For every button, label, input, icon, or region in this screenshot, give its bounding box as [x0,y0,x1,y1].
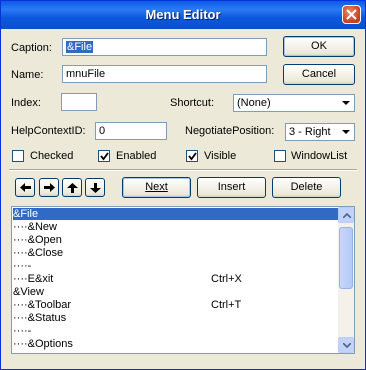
arrow-left-icon [20,183,31,192]
visible-label: Visible [204,150,237,162]
list-item[interactable]: ····- [13,260,338,272]
checked-checkbox[interactable] [12,150,24,162]
shortcut-value: (None) [237,97,271,109]
list-item[interactable]: ····&New [13,221,338,233]
list-item[interactable]: ····&Close [13,247,338,259]
scroll-down-button[interactable] [338,337,354,353]
ok-button[interactable]: OK [283,36,355,57]
delete-button[interactable]: Delete [272,177,341,198]
visible-checkbox[interactable] [186,150,198,162]
negotiateposition-value: 3 - Right [289,126,331,138]
menu-item-shortcut: Ctrl+X [211,273,242,285]
shortcut-select[interactable]: (None) [233,94,355,112]
negotiateposition-select[interactable]: 3 - Right [285,123,355,141]
helpcontextid-label: HelpContextID: [11,125,86,137]
menu-item-caption: ····- [13,260,32,272]
menu-editor-window: Menu Editor Caption: &File OK Name: mnuF… [0,0,366,370]
list-item[interactable]: ····&Options [13,338,338,350]
list-item[interactable]: &View [13,286,338,298]
index-input[interactable] [61,93,97,111]
checkmark-icon [100,152,109,161]
next-button[interactable]: Next [122,177,191,198]
checkmark-icon [188,152,197,161]
move-left-button[interactable] [15,178,35,197]
helpcontextid-input[interactable]: 0 [95,122,167,140]
close-icon [346,9,357,20]
move-down-button[interactable] [85,178,105,197]
separator [9,169,357,171]
chevron-down-icon[interactable] [339,96,353,110]
menu-item-caption: ····&Options [13,338,73,350]
enabled-label: Enabled [116,150,157,162]
menu-item-caption: ····&New [13,221,57,233]
chevron-down-icon[interactable] [339,125,353,139]
arrow-down-icon [90,183,101,193]
scroll-up-button[interactable] [338,207,354,223]
windowlist-label: WindowList [291,150,348,162]
chevron-up-icon [343,213,351,218]
menu-item-caption: &View [13,286,44,298]
arrow-up-icon [67,183,78,193]
index-label: Index: [11,97,41,109]
list-item[interactable]: &File [13,208,338,220]
list-item[interactable]: ····&Open [13,234,338,246]
menu-item-caption: &File [13,208,39,220]
checked-label: Checked [30,150,74,162]
shortcut-label: Shortcut: [170,97,215,109]
list-item[interactable]: ····- [13,325,338,337]
name-label: Name: [11,69,44,81]
chevron-down-icon [343,343,351,348]
move-right-button[interactable] [39,178,59,197]
menu-item-shortcut: Ctrl+T [211,299,242,311]
window-title: Menu Editor [145,7,221,22]
insert-button[interactable]: Insert [197,177,266,198]
windowlist-checkbox[interactable] [274,150,286,162]
list-item[interactable]: ····&Status [13,312,338,324]
menu-item-caption: ····&Toolbar [13,299,72,311]
negotiateposition-label: NegotiatePosition: [185,125,275,137]
enabled-checkbox[interactable] [98,150,110,162]
caption-label: Caption: [11,42,52,54]
vertical-scrollbar[interactable] [338,207,354,353]
menu-items-list[interactable]: &File ····&New ····&Open ····&Close ····- ···… [11,206,355,354]
menu-item-caption: ····E&xit [13,273,54,285]
menu-item-caption: ····- [13,325,32,337]
move-up-button[interactable] [62,178,82,197]
title-bar[interactable]: Menu Editor [1,1,365,29]
list-item[interactable]: ····&Toolbar Ctrl+T [13,299,338,311]
scroll-thumb[interactable] [339,227,353,289]
caption-input[interactable]: &File [62,38,267,56]
close-button[interactable] [342,5,361,24]
cancel-button[interactable]: Cancel [283,64,355,85]
caption-value: &File [66,41,94,53]
name-input[interactable]: mnuFile [62,65,267,83]
arrow-right-icon [44,183,55,192]
menu-item-caption: ····&Status [13,312,67,324]
menu-item-caption: ····&Open [13,234,62,246]
list-item[interactable]: ····E&xit Ctrl+X [13,273,338,285]
menu-item-caption: ····&Close [13,247,64,259]
